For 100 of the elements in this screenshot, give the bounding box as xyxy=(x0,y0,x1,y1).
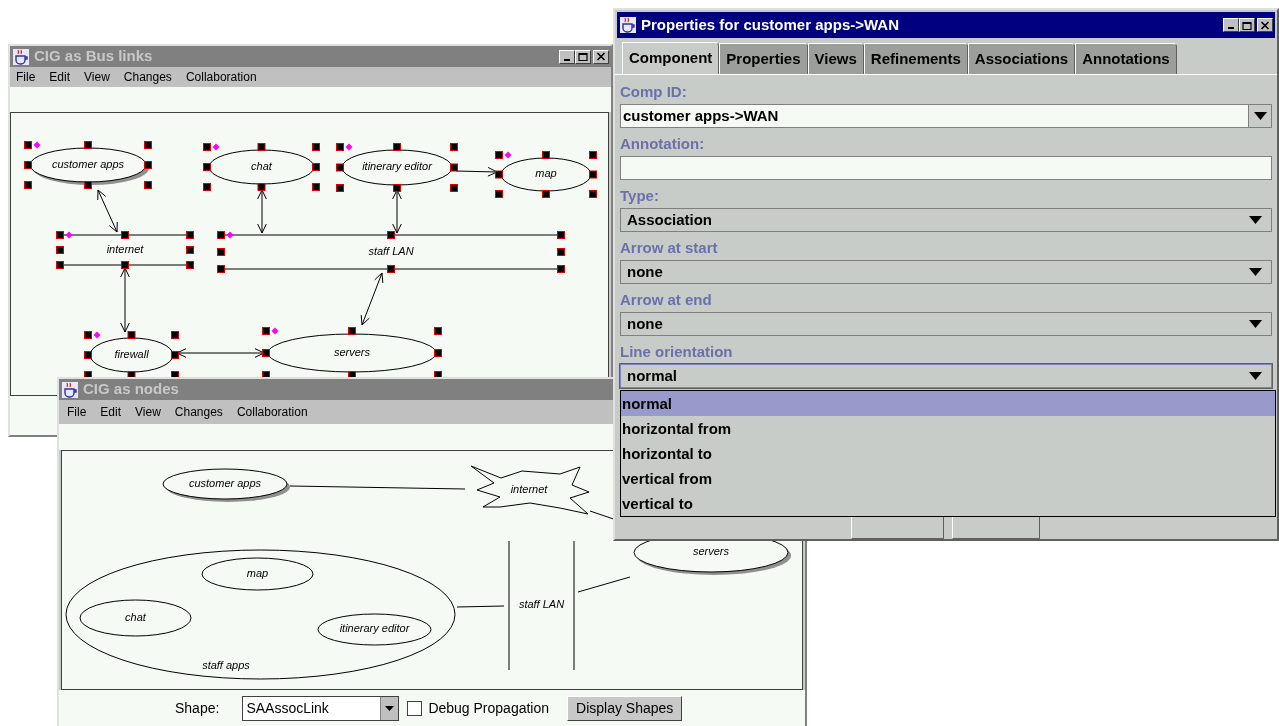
selection-marker xyxy=(212,143,220,151)
menu-item[interactable]: Collaboration xyxy=(236,403,308,421)
node-label: chat xyxy=(251,159,272,172)
selection-handle xyxy=(589,190,597,198)
tab[interactable]: Refinements xyxy=(863,43,968,74)
tab[interactable]: Component xyxy=(622,42,720,74)
selection-handle xyxy=(450,163,458,172)
display-shapes-button[interactable]: Display Shapes xyxy=(567,696,683,721)
selection-handle xyxy=(217,231,225,239)
minimize-button[interactable] xyxy=(559,49,575,64)
selection-marker xyxy=(93,331,101,339)
selection-handle xyxy=(393,143,401,151)
selection-handle xyxy=(121,231,129,239)
dropdown-option[interactable]: horizontal from xyxy=(621,416,1275,441)
node-label: staff LAN xyxy=(368,244,414,257)
menu-item[interactable]: Changes xyxy=(123,68,172,86)
combo-box[interactable]: none xyxy=(620,312,1272,336)
double-arrow xyxy=(360,272,384,326)
maximize-button[interactable] xyxy=(1239,18,1255,32)
combo-box[interactable]: customer apps->WAN xyxy=(620,104,1272,128)
node-label: itinerary editor xyxy=(339,622,410,635)
selection-handle xyxy=(557,248,565,256)
selection-handle xyxy=(217,265,225,273)
selection-handle xyxy=(84,141,92,149)
selection-marker xyxy=(65,231,73,239)
close-button[interactable] xyxy=(1257,18,1273,32)
connector-line xyxy=(456,605,505,608)
dropdown-option[interactable]: vertical from xyxy=(621,466,1275,491)
selection-handle xyxy=(542,151,550,159)
selection-handle xyxy=(589,170,597,179)
node-label: internet xyxy=(106,242,144,255)
caret-icon xyxy=(1249,216,1262,224)
maximize-button[interactable] xyxy=(575,49,591,64)
dropdown-list[interactable]: normal horizontal from horizontal to vertical from vertical to xyxy=(620,390,1276,517)
selection-marker xyxy=(33,141,41,149)
menu-item[interactable]: View xyxy=(84,68,110,86)
combo-box[interactable]: none xyxy=(620,260,1272,284)
selection-handle xyxy=(203,163,211,171)
tab[interactable]: Views xyxy=(807,43,864,74)
field-label: Annotation: xyxy=(620,134,706,154)
selection-handle xyxy=(450,184,458,192)
menu-item[interactable]: Edit xyxy=(100,403,122,421)
checkbox[interactable] xyxy=(407,701,423,716)
node-label: staff apps xyxy=(202,658,250,671)
dropdown-button[interactable] xyxy=(1248,105,1271,127)
double-arrow xyxy=(257,189,267,234)
menu-item[interactable]: Collaboration xyxy=(185,68,257,86)
selection-handle xyxy=(257,143,266,151)
selection-handle xyxy=(393,184,401,192)
selection-handle xyxy=(203,183,211,191)
selection-marker xyxy=(504,151,512,159)
close-button[interactable] xyxy=(593,49,609,64)
node-label: customer apps xyxy=(51,157,125,170)
dropdown-button[interactable] xyxy=(380,697,399,720)
node-label: internet xyxy=(510,482,548,495)
menu-item[interactable]: Edit xyxy=(49,68,71,86)
minimize-button[interactable] xyxy=(1223,18,1239,32)
dropdown-option[interactable]: normal xyxy=(621,391,1275,416)
caret-icon xyxy=(1249,268,1262,276)
selection-handle xyxy=(336,143,344,151)
caret-icon xyxy=(1249,320,1262,328)
selection-handle xyxy=(262,327,270,335)
selection-handle xyxy=(387,265,395,273)
selection-handle xyxy=(495,190,503,198)
menu-item[interactable]: File xyxy=(16,68,36,86)
selection-handle xyxy=(217,248,225,256)
node-label: map xyxy=(535,167,557,180)
selection-handle xyxy=(557,265,565,273)
menu-item[interactable]: Changes xyxy=(174,403,223,421)
combo-box[interactable]: normal xyxy=(620,364,1272,388)
field-label: Arrow at start xyxy=(620,238,719,258)
selection-marker xyxy=(226,231,234,239)
dropdown-option[interactable]: vertical to xyxy=(621,491,1275,516)
selection-handle xyxy=(589,151,597,159)
menu-item[interactable]: View xyxy=(135,403,161,421)
window-title: CIG as nodes xyxy=(83,379,180,400)
dialog-button[interactable] xyxy=(951,515,1040,539)
minimize-icon xyxy=(564,58,570,61)
app-icon xyxy=(12,47,30,66)
caret-icon xyxy=(1253,112,1267,120)
selection-handle xyxy=(312,183,320,191)
selection-handle xyxy=(495,151,503,159)
tab[interactable]: Associations xyxy=(967,43,1076,74)
selection-handle xyxy=(262,349,270,357)
selection-handle xyxy=(336,163,344,172)
selection-handle xyxy=(121,261,129,269)
tab[interactable]: Annotations xyxy=(1075,43,1177,74)
selection-handle xyxy=(171,351,179,359)
selection-handle xyxy=(24,181,32,189)
app-icon xyxy=(619,16,637,34)
close-icon xyxy=(596,52,606,61)
combo-box[interactable]: Association xyxy=(620,208,1272,232)
connector-line xyxy=(577,576,631,593)
text-field[interactable] xyxy=(620,156,1272,180)
menu-item[interactable]: File xyxy=(67,403,87,421)
dropdown-option[interactable]: horizontal to xyxy=(621,441,1275,466)
maximize-icon xyxy=(1242,20,1252,30)
combo-box[interactable]: SAAssocLink xyxy=(242,696,400,721)
tab[interactable]: Properties xyxy=(719,43,808,74)
dialog-button[interactable] xyxy=(850,515,944,539)
